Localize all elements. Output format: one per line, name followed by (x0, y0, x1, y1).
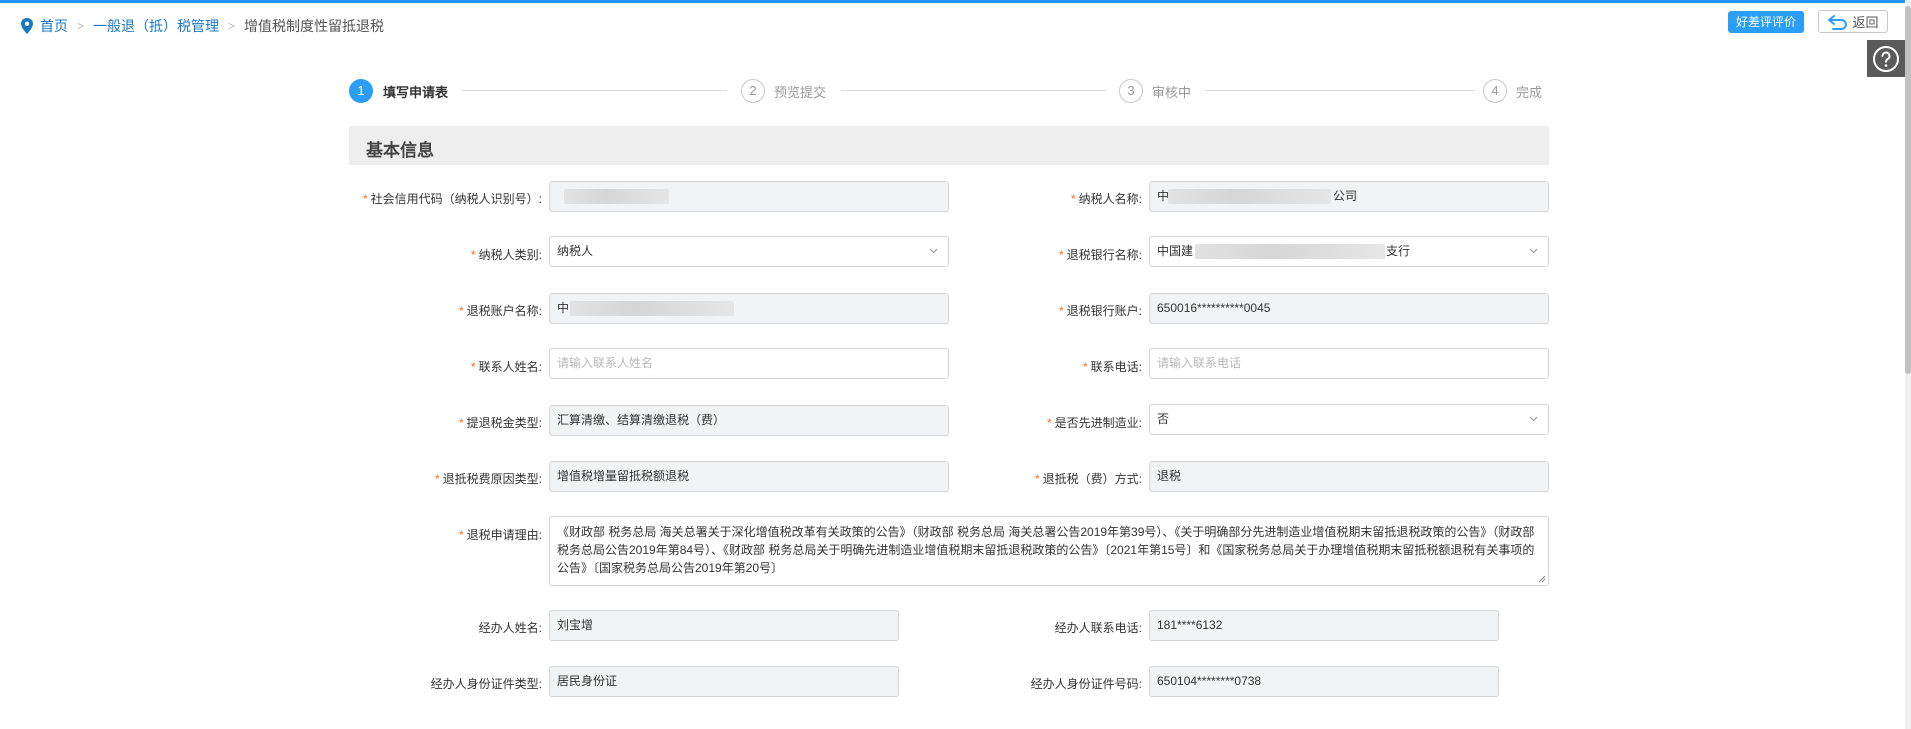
reason-type-field: 增值税增量留抵税额退税 (549, 461, 949, 492)
advanced-mfg-select[interactable]: 否 (1149, 404, 1549, 435)
advanced-mfg-label: * 是否先进制造业: (1046, 416, 1142, 430)
breadcrumb-separator: > (77, 19, 85, 33)
back-button[interactable]: 返回 (1818, 10, 1888, 33)
credit-code-label: * 社会信用代码（纳税人识别号）: (362, 192, 542, 206)
scrollbar-thumb[interactable] (1905, 6, 1911, 374)
agent-phone-field: 181****6132 (1149, 610, 1499, 641)
contact-phone-label: * 联系电话: (1082, 360, 1142, 374)
required-mark: * (1082, 360, 1088, 374)
taxpayer-name-suffix: 公司 (1333, 189, 1358, 203)
redaction-mask (570, 301, 734, 316)
refund-method-field: 退税 (1149, 461, 1549, 492)
bank-account-label: * 退税银行账户: (1058, 304, 1142, 318)
refund-type-field: 汇算清缴、结算清缴退税（费） (549, 405, 949, 436)
location-pin-icon (21, 18, 33, 34)
advanced-mfg-value: 否 (1157, 412, 1170, 426)
step-connector (1205, 90, 1475, 91)
breadcrumb-refund-mgmt-link[interactable]: 一般退（抵）税管理 (93, 16, 219, 36)
reason-textarea[interactable]: 《财政部 税务总局 海关总署关于深化增值税改革有关政策的公告》（财政部 税务总局… (549, 516, 1549, 586)
agent-id-type-label: 经办人身份证件类型: (430, 677, 542, 691)
step-2-label: 预览提交 (774, 85, 827, 100)
step-3-number: 3 (1119, 79, 1143, 103)
agent-phone-label: 经办人联系电话: (1054, 621, 1142, 635)
step-1-number: 1 (349, 79, 373, 103)
required-mark: * (470, 248, 476, 262)
reason-text: 《财政部 税务总局 海关总署关于深化增值税改革有关政策的公告》（财政部 税务总局… (557, 525, 1535, 575)
chevron-down-icon (1529, 248, 1538, 254)
step-connector (841, 90, 1106, 91)
taxpayer-name-field: 中 公司 (1149, 181, 1549, 212)
bank-name-select[interactable]: 中国建 支行 (1149, 236, 1549, 267)
required-mark: * (458, 304, 464, 318)
taxpayer-type-value: 纳税人 (557, 244, 594, 258)
help-button[interactable] (1867, 40, 1905, 77)
agent-name-field: 刘宝增 (549, 610, 899, 641)
refund-method-label: * 退抵税（费）方式: (1034, 472, 1142, 486)
step-connector (462, 90, 727, 91)
agent-id-no-label: 经办人身份证件号码: (1030, 677, 1142, 691)
refund-type-label: * 提退税金类型: (458, 416, 542, 430)
required-mark: * (470, 360, 476, 374)
top-accent-bar (0, 0, 1911, 3)
bank-account-field: 650016**********0045 (1149, 293, 1549, 324)
breadcrumb-home-link[interactable]: 首页 (40, 16, 68, 36)
reason-type-label: * 退抵税费原因类型: (434, 472, 542, 486)
section-header: 基本信息 (349, 126, 1549, 165)
back-button-label: 返回 (1852, 15, 1879, 30)
account-name-prefix: 中 (557, 301, 570, 315)
breadcrumb-separator: > (228, 19, 236, 33)
taxpayer-name-label: * 纳税人名称: (1070, 192, 1142, 206)
redaction-mask (564, 189, 669, 204)
contact-phone-input[interactable]: 请输入联系电话 (1149, 348, 1549, 379)
required-mark: * (434, 472, 440, 486)
redaction-mask (1168, 189, 1331, 204)
taxpayer-type-select[interactable]: 纳税人 (549, 236, 949, 267)
agent-name-label: 经办人姓名: (478, 621, 542, 635)
credit-code-field (549, 181, 949, 212)
section-title: 基本信息 (366, 141, 434, 160)
breadcrumb: 首页 > 一般退（抵）税管理 > 增值税制度性留抵退税 (20, 16, 384, 36)
step-4-number: 4 (1483, 79, 1507, 103)
bank-name-suffix: 支行 (1386, 244, 1411, 258)
resize-grip-icon[interactable] (1538, 575, 1546, 583)
bank-name-label: * 退税银行名称: (1058, 248, 1142, 262)
required-mark: * (458, 528, 464, 542)
step-2-number: 2 (741, 79, 765, 103)
page-scrollbar[interactable] (1905, 0, 1911, 729)
step-1-label: 填写申请表 (383, 85, 449, 100)
taxpayer-type-label: * 纳税人类别: (470, 248, 542, 262)
account-name-label: * 退税账户名称: (458, 304, 542, 318)
required-mark: * (1034, 472, 1040, 486)
required-mark: * (1046, 416, 1052, 430)
chevron-down-icon (929, 248, 938, 254)
redaction-mask (1195, 244, 1385, 259)
account-name-field: 中 (549, 293, 949, 324)
required-mark: * (458, 416, 464, 430)
contact-name-label: * 联系人姓名: (470, 360, 542, 374)
required-mark: * (1070, 192, 1076, 206)
required-mark: * (1058, 248, 1064, 262)
rate-evaluation-button[interactable]: 好差评评价 (1728, 11, 1804, 33)
required-mark: * (362, 192, 368, 206)
breadcrumb-current: 增值税制度性留抵退税 (244, 18, 385, 34)
reason-label: * 退税申请理由: (458, 528, 542, 542)
required-mark: * (1058, 304, 1064, 318)
agent-id-no-field: 650104********0738 (1149, 666, 1499, 697)
back-arrow-icon (1828, 14, 1848, 30)
bank-name-prefix: 中国建 (1157, 244, 1194, 258)
chevron-down-icon (1529, 416, 1538, 422)
progress-steps: 1 填写申请表 2 预览提交 3 审核中 4 完成 (349, 79, 1549, 103)
contact-name-input[interactable]: 请输入联系人姓名 (549, 348, 949, 379)
help-icon (1873, 45, 1899, 72)
step-4-label: 完成 (1516, 85, 1543, 100)
step-3-label: 审核中 (1152, 85, 1192, 100)
agent-id-type-field: 居民身份证 (549, 666, 899, 697)
